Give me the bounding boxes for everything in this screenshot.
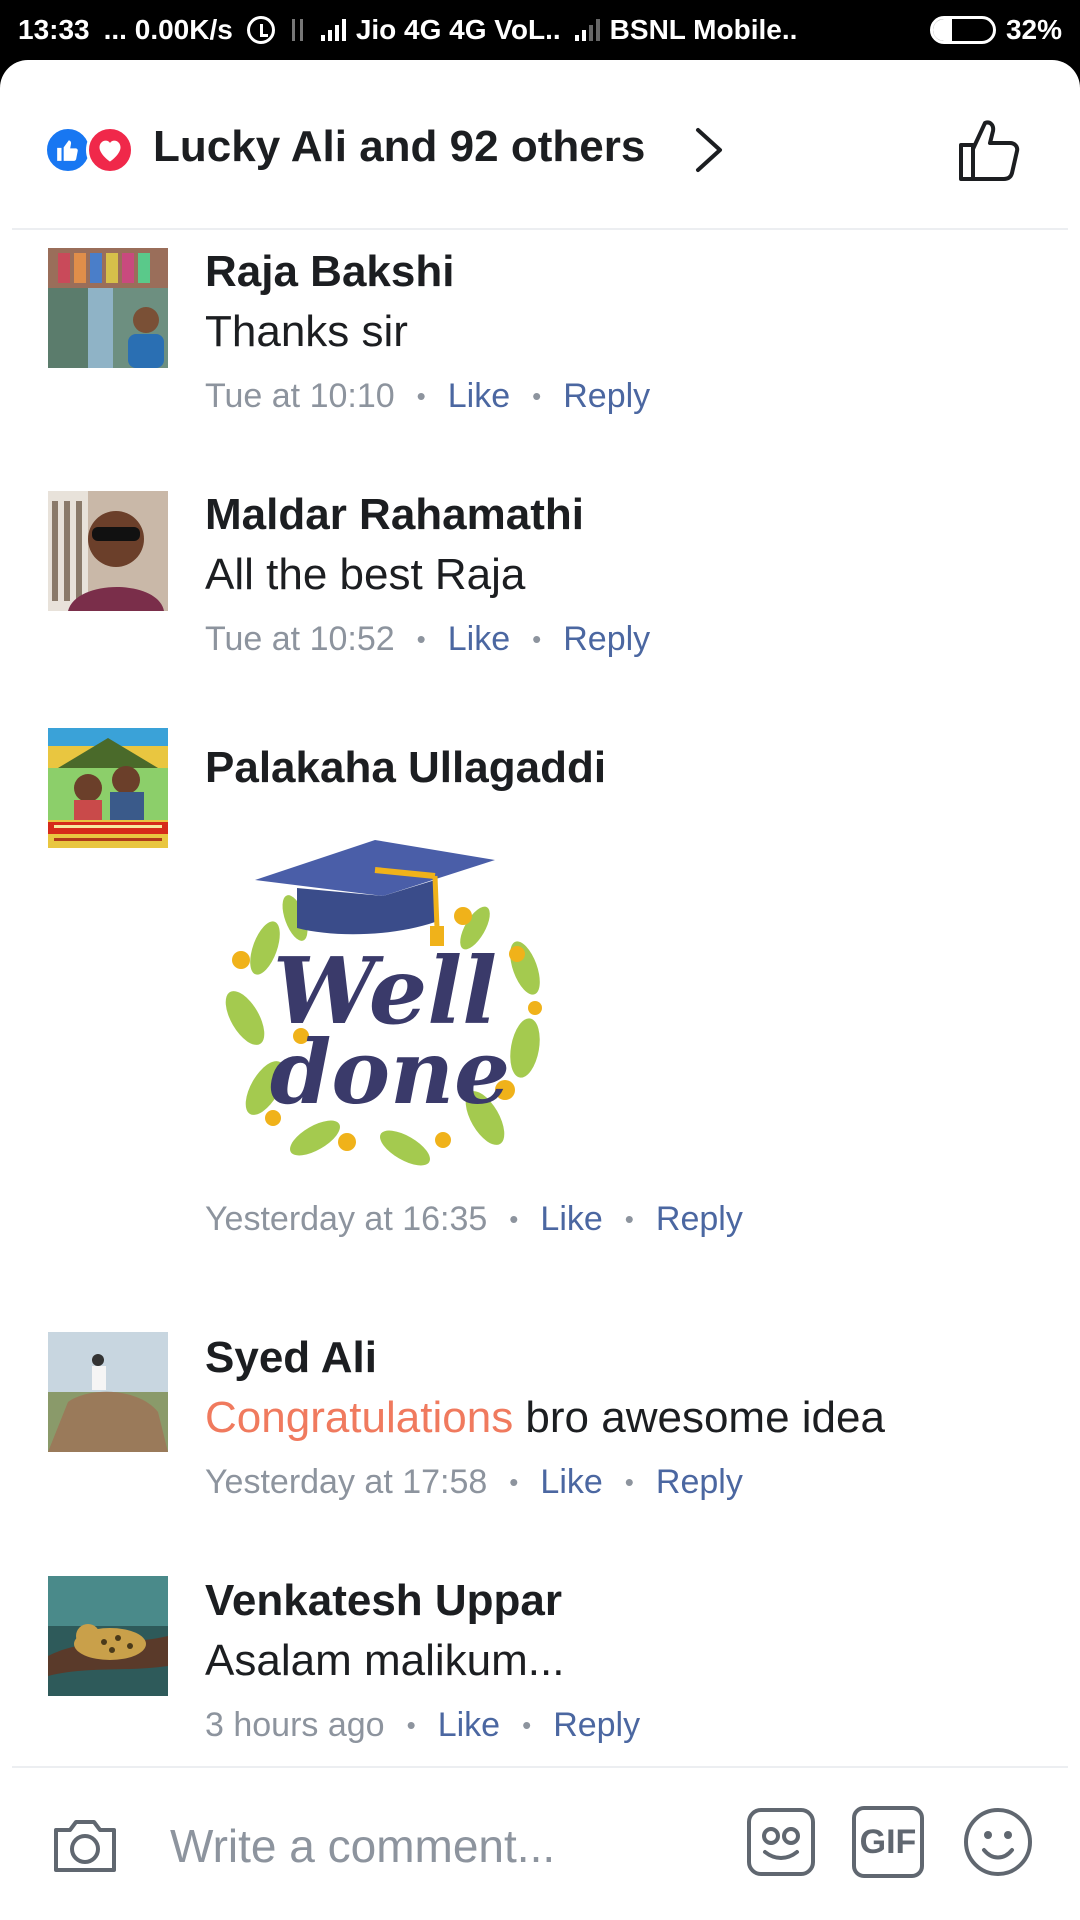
comments-list[interactable]: Raja Bakshi Thanks sir Tue at 10:10 • Li… [0,232,1080,1822]
reply-link[interactable]: Reply [563,366,650,426]
comment-meta: Yesterday at 16:35 • Like • Reply [205,1189,1045,1249]
chevron-right-icon[interactable] [690,120,730,180]
like-link[interactable]: Like [448,609,510,669]
reply-link[interactable]: Reply [563,609,650,669]
avatar[interactable] [48,248,168,368]
data-activity-icon [289,17,307,43]
love-reaction-icon [86,126,134,174]
avatar[interactable] [48,1576,168,1696]
alarm-icon [246,16,275,44]
reactions-summary[interactable]: Lucky Ali and 92 others [153,122,645,172]
gif-label: GIF [859,1822,917,1861]
header-divider [12,228,1068,230]
comment-highlight: Congratulations [205,1393,514,1442]
avatar[interactable] [48,491,168,611]
signal-icon [574,19,600,41]
avatar[interactable] [48,1332,168,1452]
comment-time: 3 hours ago [205,1706,385,1744]
comment-time: Tue at 10:10 [205,377,395,415]
comment-meta: Tue at 10:10 • Like • Reply [205,366,1045,426]
comment-meta: Tue at 10:52 • Like • Reply [205,609,1045,669]
reply-link[interactable]: Reply [553,1695,640,1755]
comment-text: Congratulations bro awesome idea [205,1393,885,1442]
network-speed: ... 0.00K/s [103,14,233,45]
signal-icon [320,19,346,41]
like-link[interactable]: Like [438,1695,500,1755]
avatar[interactable] [48,728,168,848]
gif-button[interactable]: GIF [852,1806,924,1878]
comment-author[interactable]: Raja Bakshi [205,242,1045,302]
comment-time: Yesterday at 16:35 [205,1200,488,1238]
comment-text: Asalam malikum... [205,1636,565,1685]
comment-meta: 3 hours ago • Like • Reply [205,1695,1045,1755]
composer-divider [12,1766,1068,1768]
like-link[interactable]: Like [448,366,510,426]
like-link[interactable]: Like [540,1452,602,1512]
status-bar: 13:33 ... 0.00K/s Jio 4G 4G VoL.. BSNL M… [0,0,1080,60]
reactions-header[interactable]: Lucky Ali and 92 others [0,60,1080,228]
comment-composer: GIF [0,1766,1080,1920]
emoji-icon[interactable] [962,1806,1034,1878]
reply-link[interactable]: Reply [656,1452,743,1512]
comment-text: All the best Raja [205,550,526,599]
comment-time: Yesterday at 17:58 [205,1463,488,1501]
like-reaction-icon [44,126,92,174]
comment-meta: Yesterday at 17:58 • Like • Reply [205,1452,1045,1512]
comments-sheet: Lucky Ali and 92 others Raja Bakshi Than… [0,60,1080,1920]
battery-icon [929,16,996,44]
well-done-sticker[interactable]: Well done [205,818,565,1178]
status-time: 13:33 [18,14,90,45]
like-link[interactable]: Like [540,1189,602,1249]
svg-text:done: done [270,1020,510,1124]
carrier-1: Jio 4G 4G VoL.. [355,14,561,45]
battery-percent: 32% [1005,14,1062,45]
comment-text: Thanks sir [205,307,408,356]
comment-author[interactable]: Palakaha Ullagaddi [205,738,1045,798]
camera-icon[interactable] [50,1810,120,1880]
carrier-2: BSNL Mobile.. [609,14,798,45]
sticker-icon[interactable] [745,1806,817,1878]
comment-author[interactable]: Syed Ali [205,1328,1045,1388]
reply-link[interactable]: Reply [656,1189,743,1249]
like-button-icon[interactable] [955,115,1025,185]
reaction-icons [44,126,134,174]
comment-time: Tue at 10:52 [205,620,395,658]
comment-author[interactable]: Maldar Rahamathi [205,485,1045,545]
comment-input[interactable] [170,1806,690,1886]
comment-author[interactable]: Venkatesh Uppar [205,1571,1045,1631]
